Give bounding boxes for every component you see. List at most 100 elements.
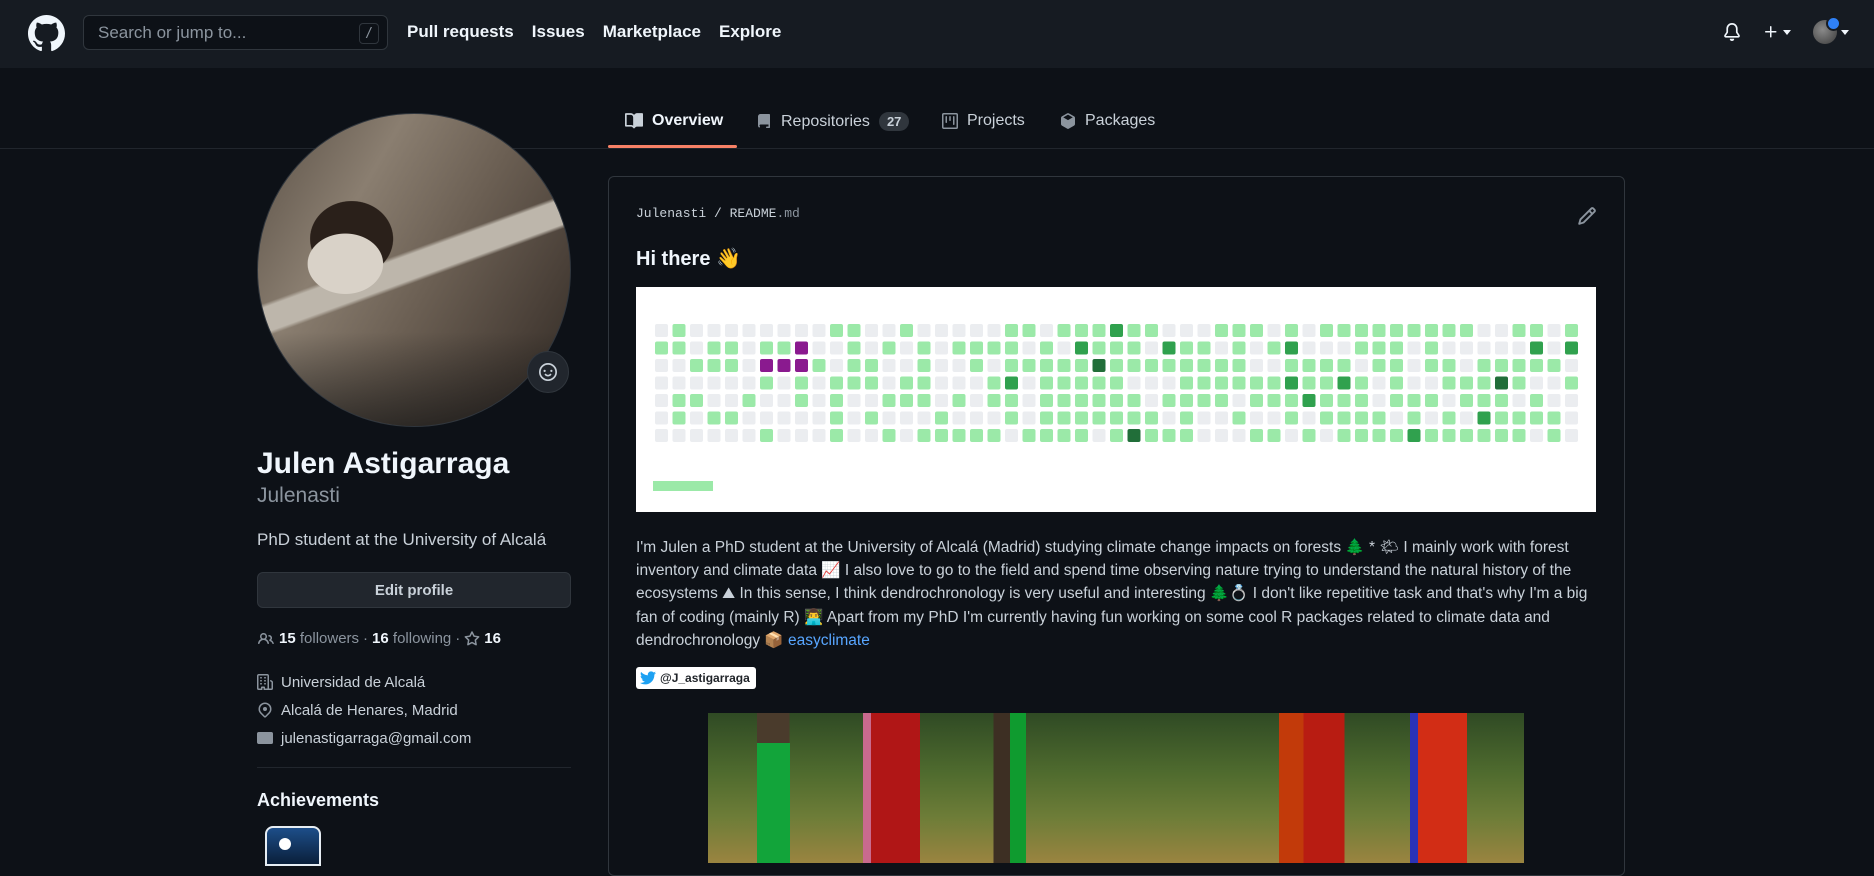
search-input[interactable]: Search or jump to... / <box>83 15 388 50</box>
contribution-cell <box>1110 341 1123 355</box>
contribution-cell <box>1215 359 1228 372</box>
tab-overview[interactable]: Overview <box>625 112 723 130</box>
contribution-cell <box>1355 341 1368 355</box>
contribution-cell <box>1005 324 1018 337</box>
contribution-cell <box>952 359 966 372</box>
contribution-cell <box>935 411 948 425</box>
pencil-icon[interactable] <box>1577 206 1597 226</box>
nav-marketplace[interactable]: Marketplace <box>603 22 701 42</box>
sidebar-divider <box>257 767 571 768</box>
readme-text: I'm Julen a PhD student at the Universit… <box>636 539 1588 649</box>
contribution-cell <box>1040 376 1053 390</box>
nav-pull-requests[interactable]: Pull requests <box>407 22 514 42</box>
bell-icon[interactable] <box>1723 22 1741 42</box>
github-logo-icon[interactable] <box>28 15 65 52</box>
contribution-cell <box>952 429 966 442</box>
contribution-cell <box>1022 411 1036 425</box>
contribution-cell <box>1285 324 1298 337</box>
contribution-cell <box>917 341 931 355</box>
package-icon <box>1061 113 1075 129</box>
contribution-cell <box>1407 341 1421 355</box>
contribution-cell <box>1145 324 1158 337</box>
repositories-count-badge: 27 <box>878 112 910 131</box>
contribution-cell <box>1040 341 1053 355</box>
contribution-cell <box>1547 394 1561 407</box>
contribution-cell <box>672 359 686 372</box>
follow-stats: 15 followers · 16 following · 16 <box>257 630 501 647</box>
profile-fullname: Julen Astigarraga <box>257 447 510 480</box>
followers-link[interactable]: 15 followers <box>279 630 359 647</box>
contribution-cell <box>1442 376 1456 390</box>
contribution-cell <box>1390 394 1403 407</box>
profile-email[interactable]: julenastigarraga@gmail.com <box>257 729 471 747</box>
contribution-cell <box>1495 324 1508 337</box>
contribution-cell <box>1040 429 1053 442</box>
readme-file-link[interactable]: README.md <box>730 206 800 221</box>
contribution-cell <box>1057 429 1071 442</box>
contribution-cell <box>1232 411 1246 425</box>
tab-repositories-label: Repositories <box>781 112 870 130</box>
contribution-cell <box>777 376 791 390</box>
contribution-cell <box>970 411 983 425</box>
contribution-cell <box>952 341 966 355</box>
contribution-cell <box>795 359 808 372</box>
contribution-cell <box>777 394 791 407</box>
nav-explore[interactable]: Explore <box>719 22 781 42</box>
contribution-cell <box>987 359 1001 372</box>
contribution-cell <box>1477 324 1491 337</box>
readme-file-name: README <box>729 206 777 221</box>
contribution-cell <box>1407 411 1421 425</box>
contribution-cell <box>1180 359 1193 372</box>
contribution-cell <box>655 324 668 337</box>
contribution-cell <box>847 324 861 337</box>
contribution-cell <box>1250 341 1263 355</box>
contribution-cell <box>690 359 703 372</box>
contribution-cell <box>1232 359 1246 372</box>
contribution-cell <box>1145 394 1158 407</box>
following-label: following <box>392 630 452 647</box>
contribution-cell <box>1547 411 1561 425</box>
contribution-cell <box>830 376 843 390</box>
contribution-cell <box>1442 359 1456 372</box>
achievements-heading: Achievements <box>257 790 380 810</box>
contribution-cell <box>830 411 843 425</box>
contribution-cell <box>1110 324 1123 337</box>
profile-avatar[interactable] <box>257 113 571 427</box>
contribution-cell <box>1372 394 1386 407</box>
contribution-cell <box>1145 429 1158 442</box>
contribution-cell <box>830 429 843 442</box>
tab-projects[interactable]: Projects <box>942 112 1025 130</box>
contribution-cell <box>725 429 738 442</box>
contribution-cell <box>795 429 808 442</box>
contribution-cell <box>917 411 931 425</box>
tab-repositories[interactable]: Repositories 27 <box>756 112 910 131</box>
contribution-cell <box>1162 429 1176 442</box>
set-status-button[interactable] <box>527 351 569 393</box>
contribution-cell <box>1530 324 1543 337</box>
contribution-cell <box>795 411 808 425</box>
contribution-cell <box>1250 394 1263 407</box>
following-link[interactable]: 16 following <box>372 630 451 647</box>
contribution-cell <box>812 359 826 372</box>
contribution-cell <box>795 324 808 337</box>
user-menu[interactable] <box>1813 16 1849 44</box>
stars-link[interactable]: 16 <box>464 630 501 647</box>
contribution-cell <box>1425 411 1438 425</box>
tab-packages[interactable]: Packages <box>1060 112 1155 130</box>
achievement-badge[interactable] <box>265 826 321 866</box>
contribution-cell <box>1425 376 1438 390</box>
create-new-menu[interactable] <box>1763 24 1791 40</box>
contribution-cell <box>1057 376 1071 390</box>
readme-paragraph: I'm Julen a PhD student at the Universit… <box>636 536 1596 652</box>
contribution-cell <box>1530 359 1543 372</box>
readme-owner-link[interactable]: Julenasti <box>636 206 706 221</box>
easyclimate-link[interactable]: easyclimate <box>788 632 870 649</box>
contribution-cell <box>847 341 861 355</box>
edit-profile-button[interactable]: Edit profile <box>257 572 571 608</box>
nav-issues[interactable]: Issues <box>532 22 585 42</box>
contribution-cell <box>952 394 966 407</box>
contribution-cell <box>1250 411 1263 425</box>
contribution-cell <box>1180 429 1193 442</box>
contribution-cell <box>1565 376 1578 390</box>
twitter-badge[interactable]: @J_astigarraga <box>636 667 756 689</box>
